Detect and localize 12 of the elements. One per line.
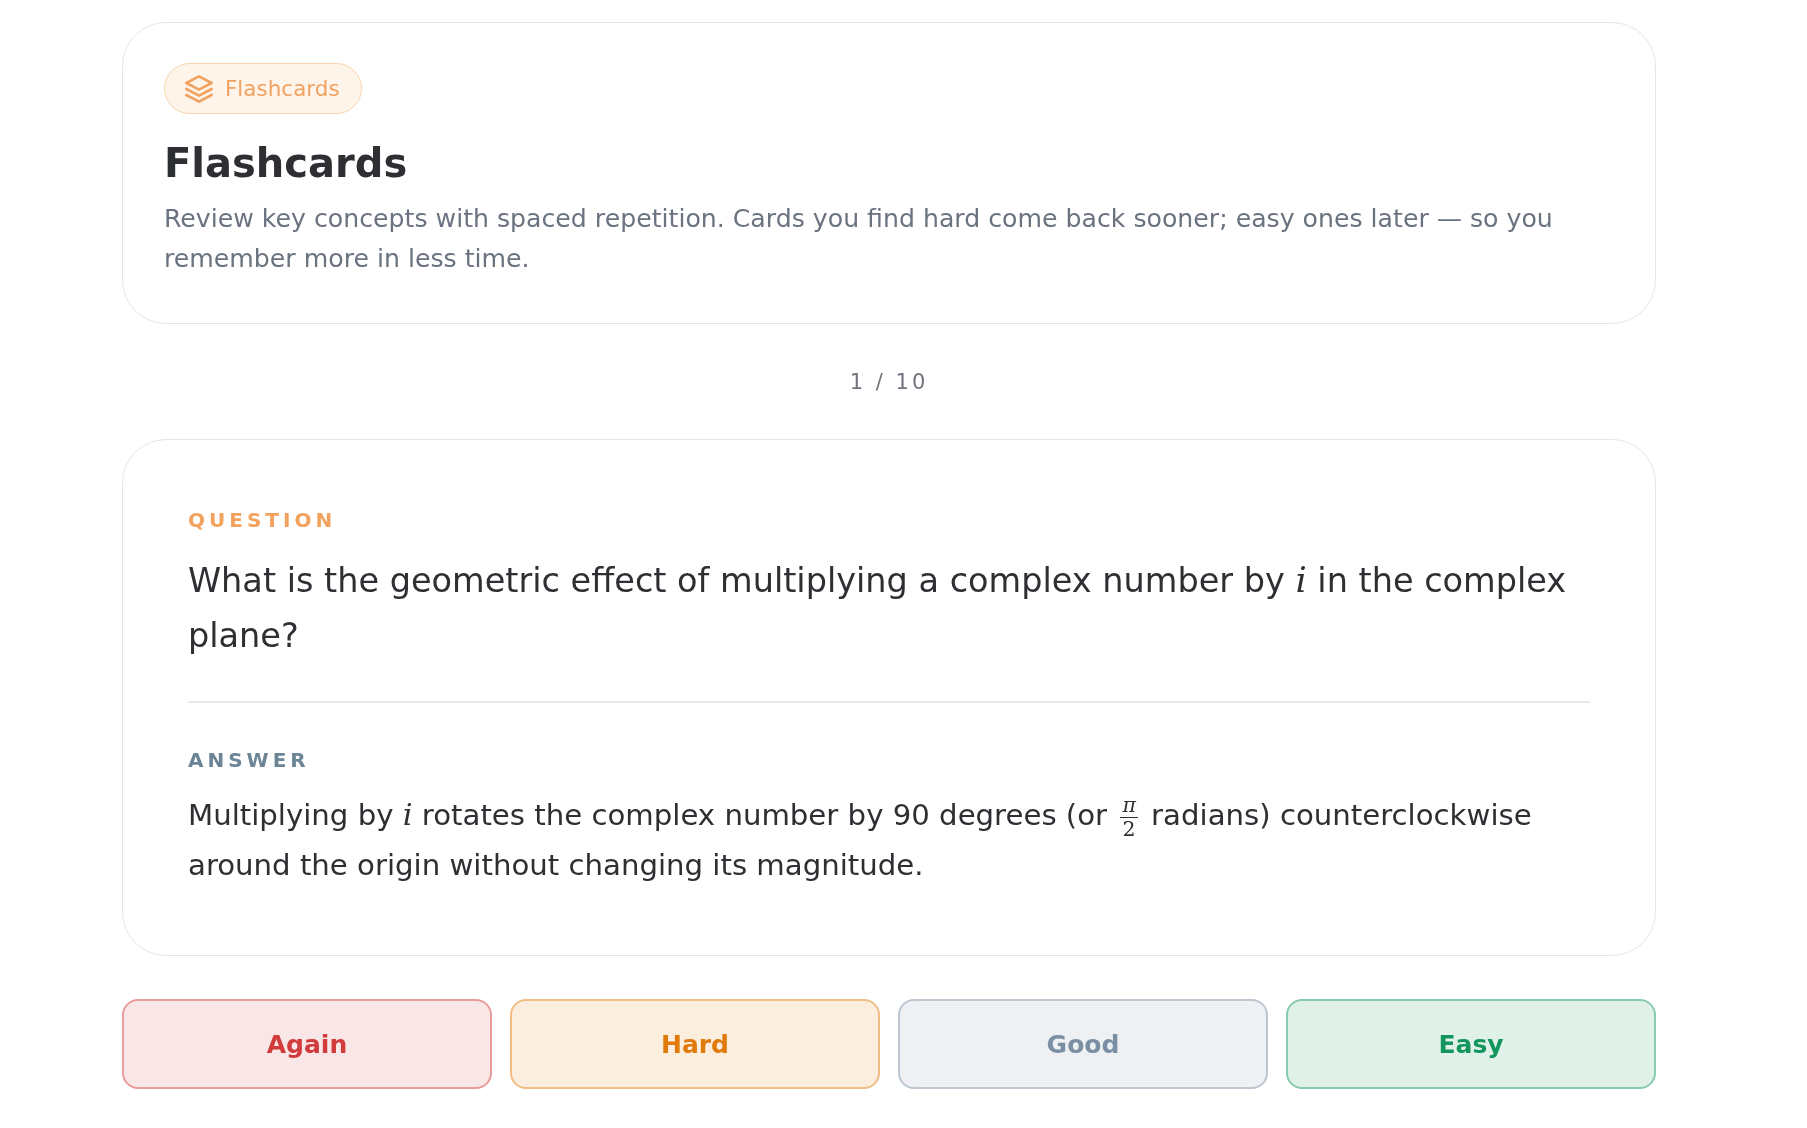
- question-text: What is the geometric effect of multiplying a complex number by i in the complex plane?: [188, 558, 1568, 657]
- rating-button[interactable]: Hard: [510, 999, 880, 1089]
- question-label: QUESTION: [188, 507, 337, 534]
- page-description: Review key concepts with spaced repetition. Cards you find hard come back sooner; easy ones later — so you remember more in less time.: [164, 203, 1554, 275]
- page-title: Flashcards: [164, 139, 408, 187]
- rating-button[interactable]: Good: [898, 999, 1268, 1089]
- badge-label: Flashcards: [225, 76, 340, 101]
- rating-button[interactable]: Again: [122, 999, 492, 1089]
- card-counter: 1 / 10: [849, 369, 929, 396]
- rating-button[interactable]: Easy: [1286, 999, 1656, 1089]
- layers-icon: [185, 74, 213, 103]
- answer-label: ANSWER: [188, 747, 310, 774]
